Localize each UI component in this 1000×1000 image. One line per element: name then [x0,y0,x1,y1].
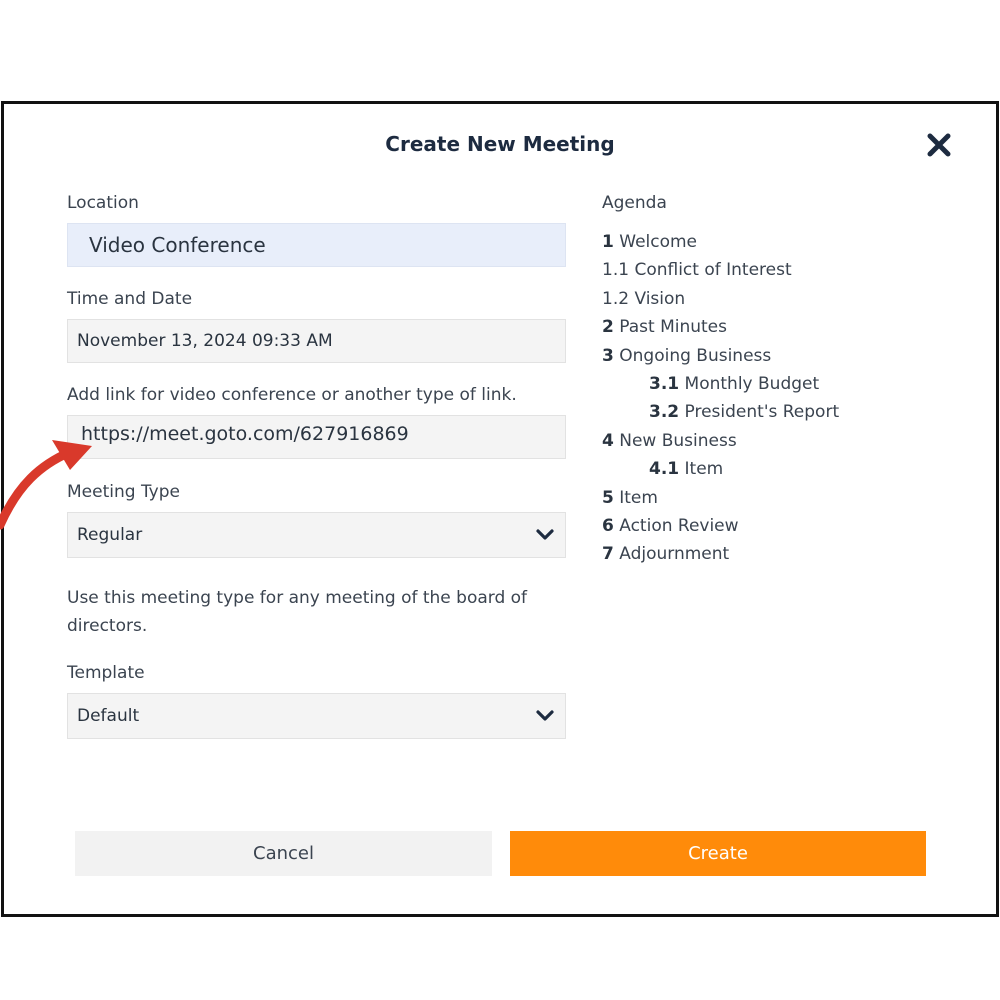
agenda-item-number: 1.1 [602,260,630,281]
agenda-item-text: Welcome [619,232,698,252]
meeting-type-select[interactable]: Regular [67,512,566,558]
location-field[interactable]: Video Conference [67,223,566,267]
meeting-type-help: Use this meeting type for any meeting of… [67,588,528,636]
agenda-item: 4 New Business [602,427,982,455]
agenda-item: 6 Action Review [602,512,982,540]
agenda-item-number: 5 [602,487,614,508]
cancel-button[interactable]: Cancel [75,831,492,876]
agenda-item-number: 1.2 [602,288,630,309]
agenda-item: 5 Item [602,484,982,512]
close-icon[interactable] [926,132,952,158]
datetime-field[interactable]: November 13, 2024 09:33 AM [67,319,566,363]
link-label: Add link for video conference or another… [67,385,517,405]
agenda-item: 1.2 Vision [602,285,982,313]
agenda-item-number: 6 [602,515,614,536]
template-label: Template [67,663,145,683]
agenda-item: 4.1 Item [602,455,982,483]
agenda-item-text: Vision [634,288,686,309]
agenda-item-text: Adjournment [619,544,730,565]
template-value: Default [77,706,140,726]
location-value: Video Conference [89,233,266,257]
template-select[interactable]: Default [67,693,566,739]
link-value: https://meet.goto.com/627916869 [81,423,409,445]
agenda-item: 3 Ongoing Business [602,342,982,370]
curved-arrow-icon [0,440,92,530]
agenda-item-number: 3.2 [649,402,680,423]
agenda-item-text: Action Review [619,515,739,536]
agenda-item: 2 Past Minutes [602,313,982,341]
agenda-item-number: 3 [602,345,614,366]
agenda-item: 3.1 Monthly Budget [602,370,982,398]
agenda-list: 1 Welcome 1.1 Conflict of Interest 1.2 Vis… [602,228,982,569]
agenda-item-number: 2 [602,317,614,338]
agenda-item-text: Item [684,459,724,480]
agenda-item-number: 4.1 [649,459,680,480]
dialog-title: Create New Meeting [385,132,615,156]
agenda-title: Agenda [602,193,667,213]
agenda-item-number: 4 [602,430,614,451]
datetime-label: Time and Date [67,289,193,309]
agenda-item-text: Past Minutes [619,317,728,338]
chevron-down-icon [536,529,554,540]
location-label: Location [67,193,139,213]
link-input[interactable]: https://meet.goto.com/627916869 [67,415,566,459]
datetime-value: November 13, 2024 09:33 AM [77,331,333,351]
agenda-item-number: 7 [602,544,614,565]
chevron-down-icon [536,710,554,721]
agenda-item-number: 1 [602,232,614,252]
agenda-item: 1 Welcome [602,228,982,256]
agenda-item-number: 3.1 [649,373,680,394]
agenda-item-text: New Business [619,430,737,451]
agenda-item-text: Ongoing Business [619,345,772,366]
agenda-item-text: Conflict of Interest [634,260,792,281]
agenda-item-text: President's Report [684,402,840,423]
agenda-item-text: Item [619,487,658,508]
agenda-item: 3.2 President's Report [602,398,982,426]
create-button[interactable]: Create [510,831,926,876]
agenda-item-text: Monthly Budget [684,373,820,394]
agenda-item: 1.1 Conflict of Interest [602,256,982,284]
agenda-item: 7 Adjournment [602,540,982,568]
create-meeting-dialog: Create New Meeting Location Video Confer… [1,101,999,917]
